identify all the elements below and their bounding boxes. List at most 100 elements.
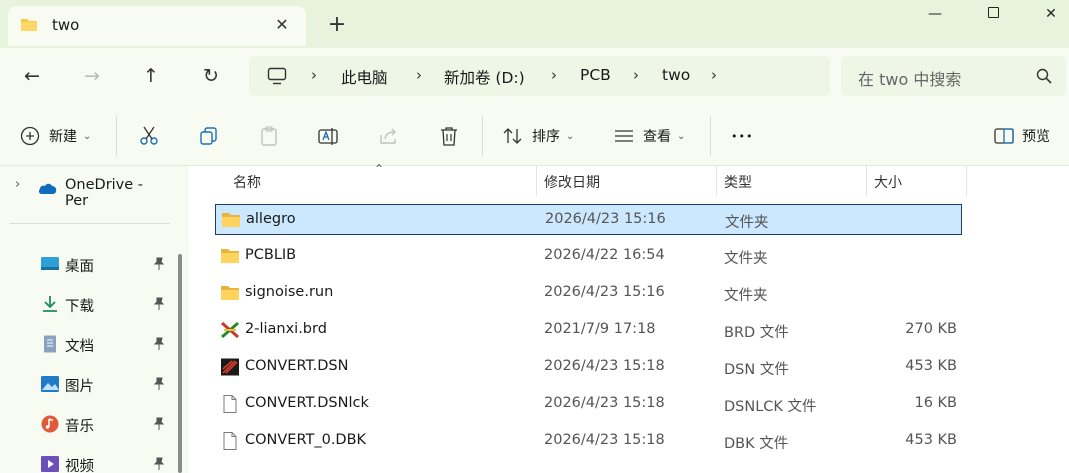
breadcrumb-pcb[interactable]: PCB xyxy=(580,66,611,84)
file-date: 2026/4/23 15:16 xyxy=(545,211,666,227)
tab-close-button[interactable]: ✕ xyxy=(270,13,294,37)
view-icon xyxy=(615,130,633,142)
file-name: signoise.run xyxy=(245,284,334,300)
videos-icon xyxy=(41,456,59,472)
breadcrumb-separator[interactable]: › xyxy=(711,66,717,84)
file-type: DBK 文件 xyxy=(724,436,789,452)
minimize-button[interactable]: — xyxy=(907,0,963,28)
desktop-icon xyxy=(41,257,59,270)
file-date: 2026/4/23 15:18 xyxy=(544,358,665,374)
file-type: BRD 文件 xyxy=(724,325,789,341)
search-placeholder: 在 two 中搜索 xyxy=(858,70,962,89)
refresh-button[interactable]: ↻ xyxy=(196,62,226,90)
maximize-button[interactable] xyxy=(965,0,1021,28)
delete-icon[interactable] xyxy=(438,125,460,147)
file-size: 270 KB xyxy=(905,321,957,337)
breadcrumb-this-pc[interactable]: 此电脑 xyxy=(341,66,388,88)
file-icon xyxy=(223,432,237,450)
file-date: 2026/4/23 15:18 xyxy=(544,395,665,411)
file-type: 文件夹 xyxy=(725,215,769,231)
pin-icon[interactable] xyxy=(152,417,166,431)
share-icon[interactable] xyxy=(378,125,400,147)
pin-icon[interactable] xyxy=(152,257,166,271)
up-button[interactable]: ↑ xyxy=(136,62,166,90)
more-options-button[interactable]: ••• xyxy=(731,122,753,150)
column-header-name[interactable]: 名称 xyxy=(233,166,261,196)
music-icon xyxy=(41,415,59,433)
column-header-date[interactable]: 修改日期 xyxy=(544,166,600,196)
column-header-size[interactable]: 大小 xyxy=(874,166,902,196)
back-button[interactable]: ← xyxy=(17,62,47,90)
toolbar-divider xyxy=(710,116,711,156)
file-type: DSN 文件 xyxy=(724,362,789,378)
sidebar-item-label: 视频 xyxy=(65,459,94,473)
documents-icon xyxy=(44,335,56,353)
file-row-convert-dbk[interactable]: CONVERT_0.DBK 2026/4/23 15:18 DBK 文件 453… xyxy=(215,426,962,457)
new-label: 新建 xyxy=(49,129,77,145)
pin-icon[interactable] xyxy=(152,337,166,351)
maximize-icon xyxy=(987,7,999,18)
column-divider[interactable] xyxy=(536,166,537,196)
command-bar: 新建 ⌄ 排序 ⌄ 查看 ⌄ ••• 预览 xyxy=(0,104,1069,166)
sidebar-item-label: 图片 xyxy=(65,379,94,395)
sidebar-item-videos[interactable]: 视频 xyxy=(0,449,170,473)
sort-label: 排序 xyxy=(532,129,560,145)
file-row-signoise[interactable]: signoise.run 2026/4/23 15:16 文件夹 xyxy=(215,278,962,309)
column-header-type[interactable]: 类型 xyxy=(724,166,752,196)
breadcrumb-two[interactable]: two xyxy=(662,66,690,84)
search-input[interactable]: 在 two 中搜索 xyxy=(841,56,1066,96)
sidebar-item-pictures[interactable]: 图片 xyxy=(0,369,170,399)
sidebar-item-downloads[interactable]: 下载 xyxy=(0,289,170,319)
new-tab-button[interactable]: + xyxy=(325,13,349,37)
breadcrumb-separator[interactable]: › xyxy=(633,66,639,84)
sidebar-item-music[interactable]: 音乐 xyxy=(0,409,170,439)
breadcrumb-separator[interactable]: › xyxy=(551,66,557,84)
file-icon xyxy=(223,395,237,413)
breadcrumb-separator[interactable]: › xyxy=(311,66,317,84)
view-button[interactable]: 查看 ⌄ xyxy=(613,122,685,150)
address-bar[interactable]: › 此电脑 › 新加卷 (D:) › PCB › two › xyxy=(249,56,830,96)
sort-icon xyxy=(503,128,522,144)
rename-icon[interactable] xyxy=(317,125,339,147)
tab-title: two xyxy=(52,16,80,34)
file-date: 2026/4/22 16:54 xyxy=(544,247,665,263)
column-divider[interactable] xyxy=(966,166,967,196)
breadcrumb-drive-d[interactable]: 新加卷 (D:) xyxy=(444,66,525,88)
sidebar-scrollbar[interactable] xyxy=(178,254,182,473)
column-divider[interactable] xyxy=(866,166,867,196)
pin-icon[interactable] xyxy=(152,297,166,311)
column-divider[interactable] xyxy=(716,166,717,196)
chevron-down-icon: ⌄ xyxy=(677,130,686,142)
file-date: 2026/4/23 15:18 xyxy=(544,432,665,448)
file-row-pcblib[interactable]: PCBLIB 2026/4/22 16:54 文件夹 xyxy=(215,241,962,272)
preview-pane-icon xyxy=(994,128,1014,144)
file-row-convert-dsnlck[interactable]: CONVERT.DSNlck 2026/4/23 15:18 DSNLCK 文件… xyxy=(215,389,962,420)
breadcrumb-separator[interactable]: › xyxy=(416,66,422,84)
sidebar-item-documents[interactable]: 文档 xyxy=(0,329,170,359)
file-size: 453 KB xyxy=(905,432,957,448)
forward-button[interactable]: → xyxy=(77,62,107,90)
paste-icon[interactable] xyxy=(258,125,280,147)
sidebar-item-desktop[interactable]: 桌面 xyxy=(0,249,170,279)
tab-two[interactable]: two ✕ xyxy=(8,6,306,46)
view-label: 查看 xyxy=(643,129,671,145)
computer-icon xyxy=(267,67,287,85)
sidebar-item-label: 音乐 xyxy=(65,419,94,435)
sidebar-item-onedrive[interactable]: › OneDrive - Per xyxy=(0,171,170,209)
file-row-brd[interactable]: 2-lianxi.brd 2021/7/9 17:18 BRD 文件 270 K… xyxy=(215,315,962,346)
sort-button[interactable]: 排序 ⌄ xyxy=(502,122,574,150)
file-row-convert-dsn[interactable]: CONVERT.DSN 2026/4/23 15:18 DSN 文件 453 K… xyxy=(215,352,962,383)
sidebar-divider xyxy=(10,223,170,224)
pin-icon[interactable] xyxy=(152,457,166,471)
expand-chevron-icon[interactable]: › xyxy=(15,177,20,192)
search-icon[interactable] xyxy=(1036,68,1052,84)
close-window-button[interactable]: ✕ xyxy=(1023,0,1069,28)
preview-pane-button[interactable]: 预览 xyxy=(993,122,1050,150)
pin-icon[interactable] xyxy=(152,377,166,391)
navigation-pane: › OneDrive - Per 桌面 下载 文档 图片 音乐 视频 xyxy=(0,166,186,473)
file-type: DSNLCK 文件 xyxy=(724,399,817,415)
cut-icon[interactable] xyxy=(138,125,160,147)
copy-icon[interactable] xyxy=(198,125,220,147)
file-row-allegro[interactable]: allegro 2026/4/23 15:16 文件夹 xyxy=(215,204,962,235)
new-button[interactable]: 新建 ⌄ xyxy=(19,122,91,150)
